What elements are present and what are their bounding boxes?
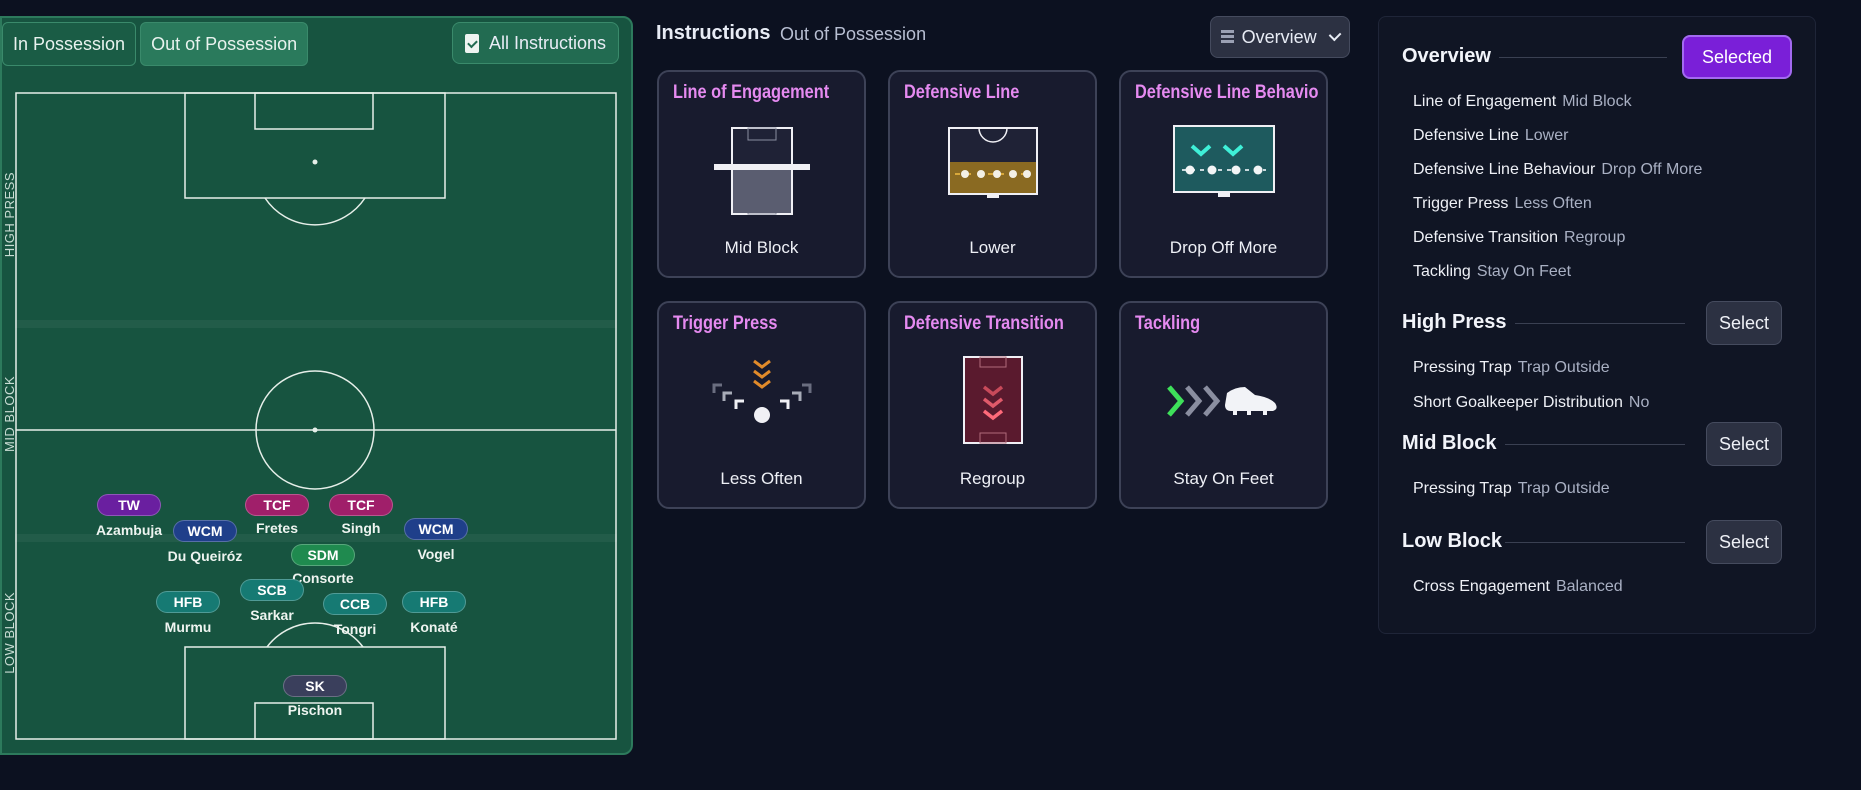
- player-chip[interactable]: CCB: [323, 593, 387, 615]
- player-chip[interactable]: TCF: [329, 494, 393, 516]
- pitch-panel: In Possession Out of Possession All Inst…: [0, 16, 633, 755]
- player-name: Singh: [341, 520, 381, 536]
- mid-block-select-button[interactable]: Select: [1706, 422, 1782, 466]
- view-dropdown[interactable]: Overview: [1210, 16, 1350, 58]
- player-chip[interactable]: TCF: [245, 494, 309, 516]
- line-of-engagement-icon: [713, 127, 810, 215]
- possession-tabs: In Possession Out of Possession: [2, 22, 312, 66]
- card-title: Defensive Line: [904, 82, 1020, 103]
- card-value: Drop Off More: [1169, 238, 1278, 257]
- all-instructions-label: All Instructions: [488, 32, 606, 53]
- chevron-down-icon: [1328, 28, 1342, 42]
- high-press-row: Short Goalkeeper Distribution No: [1413, 394, 1650, 411]
- list-icon: [1221, 30, 1234, 44]
- player-name: Konaté: [410, 619, 458, 635]
- mid-block-row: Pressing Trap Trap Outside: [1413, 480, 1610, 497]
- divider: [1505, 444, 1685, 445]
- pitch-markings: [15, 92, 617, 740]
- overview-row: Defensive Line Lower: [1413, 127, 1569, 144]
- overview-title: Overview: [1402, 45, 1491, 67]
- overview-row: Trigger Press Less Often: [1413, 195, 1592, 212]
- instruction-card-line-of-engagement[interactable]: Line of Engagement Mid Block: [657, 70, 866, 278]
- zone-divider: [15, 320, 617, 328]
- player-chip[interactable]: SDM: [291, 544, 355, 566]
- overview-row: Line of Engagement Mid Block: [1413, 93, 1632, 110]
- instructions-subtitle: Out of Possession: [780, 24, 927, 44]
- card-value: Stay On Feet: [1173, 469, 1274, 488]
- player-name: Du Queiróz: [167, 548, 243, 564]
- player-name: Tongri: [333, 621, 377, 637]
- view-dropdown-label: Overview: [1241, 26, 1317, 47]
- player-name: Sarkar: [250, 607, 294, 623]
- player-chip[interactable]: WCM: [173, 520, 237, 542]
- player-name: Vogel: [417, 546, 455, 562]
- overview-row: Tackling Stay On Feet: [1413, 263, 1572, 280]
- mid-block-title: Mid Block: [1402, 432, 1497, 454]
- instructions-title: Instructions: [656, 22, 771, 44]
- player-name: Pischon: [287, 702, 343, 718]
- card-title: Line of Engagement: [673, 82, 830, 103]
- player-chip[interactable]: SCB: [240, 579, 304, 601]
- zone-label-high-press: HIGH PRESS: [2, 172, 17, 258]
- player-chip[interactable]: TW: [97, 494, 161, 516]
- player-name: Azambuja: [95, 522, 163, 538]
- defensive-line-icon: [947, 127, 1038, 198]
- card-value: Lower: [969, 238, 1016, 257]
- low-block-row: Cross Engagement Balanced: [1413, 578, 1623, 595]
- overview-row: Defensive Line Behaviour Drop Off More: [1413, 161, 1703, 178]
- instruction-card-defensive-line-behaviour[interactable]: Defensive Line Behavio Drop Off More: [1119, 70, 1328, 278]
- high-press-row: Pressing Trap Trap Outside: [1413, 359, 1610, 376]
- clipboard-icon: [464, 33, 479, 53]
- card-value: Regroup: [959, 469, 1026, 488]
- player-chip[interactable]: HFB: [402, 591, 466, 613]
- instruction-card-trigger-press[interactable]: Trigger Press Less Often: [657, 301, 866, 509]
- zone-label-mid-block: MID BLOCK: [2, 376, 17, 453]
- card-title: Trigger Press: [673, 313, 778, 334]
- overview-selected-button[interactable]: Selected: [1682, 35, 1792, 79]
- card-value: Less Often: [720, 469, 803, 488]
- low-block-select-button[interactable]: Select: [1706, 520, 1782, 564]
- divider: [1505, 542, 1685, 543]
- player-name: Fretes: [255, 520, 299, 536]
- tab-out-of-possession[interactable]: Out of Possession: [140, 22, 309, 66]
- pitch: HIGH PRESS MID BLOCK LOW BLOCK TW Azambu…: [2, 92, 617, 740]
- all-instructions-button[interactable]: All Instructions: [451, 22, 619, 64]
- card-title: Tackling: [1135, 313, 1201, 334]
- tackling-boot-icon: [1166, 385, 1277, 417]
- instruction-card-tackling[interactable]: Tackling Stay On Feet: [1119, 301, 1328, 509]
- defensive-transition-icon: [962, 356, 1023, 444]
- instruction-card-defensive-transition[interactable]: Defensive Transition Regroup: [888, 301, 1097, 509]
- overview-row: Defensive Transition Regroup: [1413, 229, 1626, 246]
- player-chip[interactable]: WCM: [404, 518, 468, 540]
- card-title: Defensive Line Behavio: [1135, 82, 1319, 103]
- tab-in-possession[interactable]: In Possession: [2, 22, 137, 66]
- zone-label-low-block: LOW BLOCK: [2, 592, 17, 674]
- card-title: Defensive Transition: [904, 313, 1064, 334]
- player-name: Murmu: [164, 619, 212, 635]
- card-value: Mid Block: [724, 238, 799, 257]
- overview-panel: Overview Selected Line of Engagement Mid …: [1378, 16, 1816, 634]
- player-chip[interactable]: HFB: [156, 591, 220, 613]
- player-chip[interactable]: SK: [283, 675, 347, 697]
- trigger-press-icon: [712, 359, 811, 423]
- low-block-title: Low Block: [1402, 530, 1503, 552]
- divider: [1499, 57, 1667, 58]
- defensive-line-behaviour-icon: [1172, 125, 1275, 197]
- instruction-card-defensive-line[interactable]: Defensive Line Lower: [888, 70, 1097, 278]
- high-press-select-button[interactable]: Select: [1706, 301, 1782, 345]
- high-press-title: High Press: [1402, 311, 1507, 333]
- divider: [1515, 323, 1685, 324]
